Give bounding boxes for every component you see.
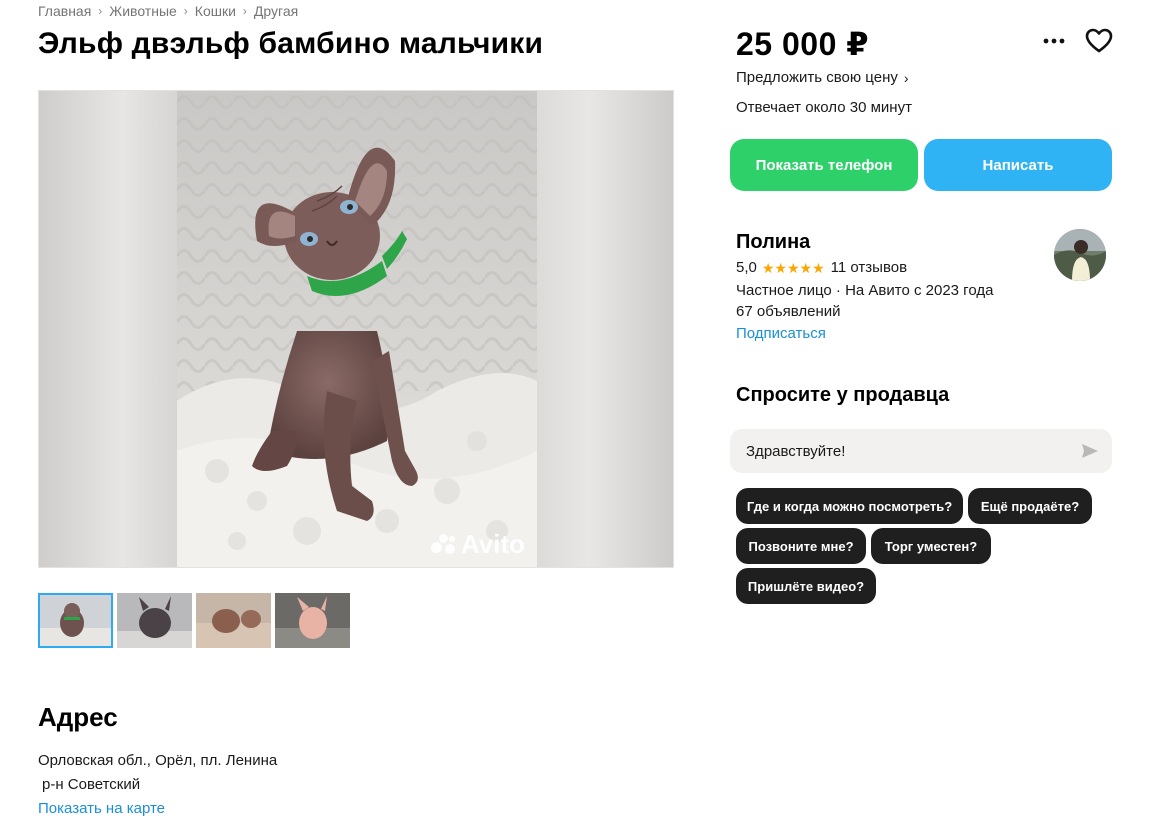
subscribe-link[interactable]: Подписаться: [736, 325, 826, 342]
avatar[interactable]: [1054, 229, 1106, 281]
kitten-photo[interactable]: [177, 91, 537, 568]
breadcrumb-item-animals[interactable]: Животные: [109, 3, 177, 19]
address-heading: Адрес: [38, 702, 118, 732]
avito-logo-icon: [431, 533, 457, 556]
write-message-button[interactable]: Написать: [924, 139, 1112, 191]
address-line-2: р-н Советский: [42, 776, 141, 793]
seller-rating[interactable]: 5,0 ★ ★ ★ ★ ★ 11 отзывов: [736, 259, 907, 276]
star-icon: ★: [761, 259, 775, 276]
rating-stars: ★ ★ ★ ★ ★: [762, 261, 825, 275]
avito-watermark: Avito: [431, 529, 525, 560]
breadcrumb-item-home[interactable]: Главная: [38, 3, 91, 19]
thumbnail-1[interactable]: [38, 593, 113, 648]
ask-seller-heading: Спросите у продавца: [736, 384, 950, 406]
more-horizontal-icon[interactable]: [1040, 30, 1068, 52]
seller-type-since: Частное лицо · На Авито с 2023 года: [736, 282, 994, 299]
heart-icon[interactable]: [1085, 28, 1113, 54]
star-icon: ★: [774, 259, 787, 276]
price: 25 000 ₽: [736, 26, 870, 62]
message-input-value: Здравствуйте!: [746, 442, 846, 460]
seller-listings-count[interactable]: 67 объявлений: [736, 303, 841, 320]
chevron-right-icon: ›: [242, 4, 247, 18]
thumbnail-3[interactable]: [196, 593, 271, 648]
chevron-right-icon: ›: [183, 4, 188, 18]
watermark-text: Avito: [461, 529, 526, 559]
offer-price-label: Предложить свою цену: [736, 69, 898, 86]
rating-value: 5,0: [736, 259, 757, 276]
star-icon: ★: [786, 259, 800, 276]
reply-time: Отвечает около 30 минут: [736, 99, 912, 116]
address-line-1: Орловская обл., Орёл, пл. Ленина: [38, 752, 278, 769]
star-icon: ★: [799, 259, 813, 276]
chevron-right-icon: ›: [903, 69, 909, 86]
thumbnail-4[interactable]: [275, 593, 350, 648]
offer-price-link[interactable]: Предложить свою цену ›: [736, 69, 909, 86]
message-input[interactable]: Здравствуйте!: [730, 429, 1112, 473]
quick-question-chip[interactable]: Торг уместен?: [871, 528, 991, 564]
quick-question-chip[interactable]: Пришлёте видео?: [736, 568, 876, 604]
show-on-map-link[interactable]: Показать на карте: [38, 800, 165, 817]
star-icon: ★: [812, 259, 825, 276]
breadcrumb-item-other[interactable]: Другая: [254, 3, 298, 19]
chevron-right-icon: ›: [98, 4, 103, 18]
breadcrumb-item-cats[interactable]: Кошки: [195, 3, 236, 19]
quick-question-chip[interactable]: Ещё продаёте?: [968, 488, 1092, 524]
photo-blur-right: [533, 91, 673, 567]
show-phone-button[interactable]: Показать телефон: [730, 139, 918, 191]
quick-question-chip[interactable]: Где и когда можно посмотреть?: [736, 488, 963, 524]
thumbnail-2[interactable]: [117, 593, 192, 648]
main-photo-gallery[interactable]: Avito: [38, 90, 674, 568]
quick-question-chip[interactable]: Позвоните мне?: [736, 528, 866, 564]
breadcrumb: Главная › Животные › Кошки › Другая: [38, 3, 298, 19]
reviews-count: 11 отзывов: [830, 259, 908, 276]
seller-name[interactable]: Полина: [736, 231, 810, 254]
thumbnail-strip: [38, 593, 350, 648]
send-icon[interactable]: [1080, 441, 1100, 461]
photo-blur-left: [39, 91, 179, 567]
page-title: Эльф двэльф бамбино мальчики: [38, 27, 544, 60]
